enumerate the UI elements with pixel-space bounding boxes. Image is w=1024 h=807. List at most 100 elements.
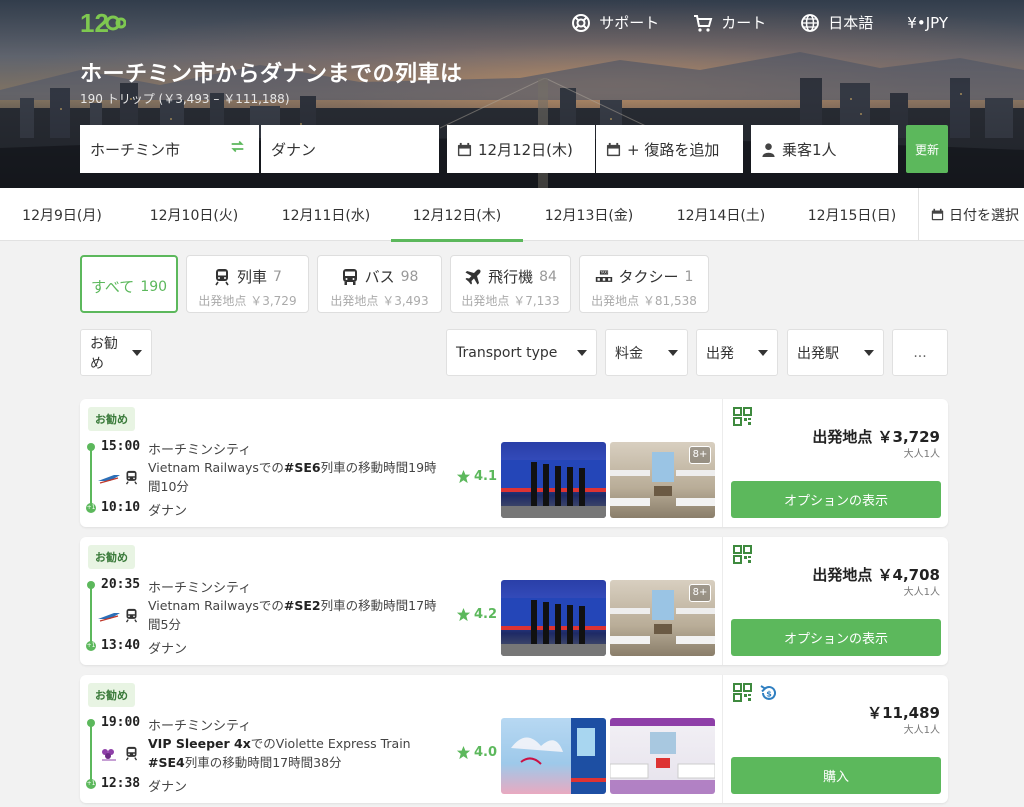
price-panel: 出発地点 ￥4,708 大人1人 オプションの表示: [722, 537, 948, 665]
date-tab[interactable]: 12月11日(水): [260, 188, 392, 241]
swap-icon[interactable]: [230, 139, 245, 154]
star-icon: [456, 469, 471, 484]
train-code: #SE2: [283, 598, 321, 613]
date-tab-active[interactable]: 12月12日(木): [391, 188, 523, 242]
timeline: [90, 722, 92, 784]
star-icon: [456, 607, 471, 622]
passengers-value: 乗客1人: [782, 140, 837, 159]
pick-date-label: 日付を選択: [949, 207, 1019, 224]
violette-train-photo[interactable]: [501, 718, 606, 794]
more-photos-badge[interactable]: 8+: [689, 584, 711, 602]
train-code: #SE4: [148, 755, 185, 770]
bus-icon: [342, 268, 357, 285]
sleeper-cabin-photo[interactable]: 8+: [610, 442, 715, 518]
date-tab[interactable]: 12月10日(火): [128, 188, 260, 241]
filter-label: 出発: [706, 345, 734, 362]
rating: 4.1: [456, 469, 497, 484]
departure-filter[interactable]: 出発: [696, 329, 778, 376]
support-label: サポート: [599, 14, 660, 32]
arrival-time: 10:10: [101, 500, 141, 515]
more-filters-button[interactable]: ...: [892, 329, 948, 376]
passengers-field[interactable]: 乗客1人: [751, 125, 898, 173]
recommended-badge: お勧め: [88, 407, 135, 431]
result-card[interactable]: お勧め +1 19:00 ホーチミンシティ VIP Sleeper 4xでのVi…: [80, 675, 948, 803]
timeline: [90, 584, 92, 646]
arrival-time: 12:38: [101, 776, 141, 791]
departure-dot: [87, 581, 95, 589]
date-tab[interactable]: 12月14日(土): [655, 188, 787, 241]
return-field[interactable]: + 復路を追加: [596, 125, 743, 173]
sleeper-cabin-photo[interactable]: 8+: [610, 580, 715, 656]
12go-logo[interactable]: 12: [80, 6, 126, 38]
star-icon: [456, 745, 471, 760]
from-field[interactable]: ホーチミン市: [80, 125, 259, 173]
trip-description: Vietnam Railwaysでの#SE6列車の移動時間19時間10分: [148, 458, 448, 496]
date-tab-label: 12月11日(水): [281, 207, 371, 224]
train-icon: [125, 608, 138, 623]
mode-label: 列車: [237, 268, 268, 286]
cart-link[interactable]: カート: [693, 12, 766, 33]
date-tab[interactable]: 12月13日(金): [523, 188, 655, 241]
calendar-icon: [931, 208, 944, 221]
date-tab[interactable]: 12月15日(日): [786, 188, 918, 241]
language-label: 日本語: [828, 14, 874, 32]
station-filter[interactable]: 出発駅: [787, 329, 884, 376]
departure-station: ホーチミンシティ: [148, 443, 252, 458]
date-tab-label: 12月13日(金): [544, 207, 634, 224]
to-field[interactable]: ダナン: [261, 125, 439, 173]
mode-count: 7: [273, 268, 282, 285]
caret-down-icon: [132, 349, 142, 356]
transport-type-filter[interactable]: Transport type: [446, 329, 597, 376]
mode-label: バス: [364, 268, 395, 286]
train-icon: [215, 268, 229, 285]
qr-code-icon: [733, 407, 752, 426]
date-field[interactable]: 12月12日(木): [447, 125, 595, 173]
date-tab-label: 12月14日(土): [676, 207, 766, 224]
show-options-button[interactable]: オプションの表示: [731, 481, 941, 518]
mode-count: 1: [684, 268, 694, 285]
rating-value: 4.1: [474, 469, 498, 484]
currency-selector[interactable]: ¥•JPY: [907, 14, 948, 32]
arrival-station: ダナン: [148, 642, 188, 657]
top-navigation: サポート カート 日本語 ¥•JPY: [571, 12, 948, 33]
result-card[interactable]: お勧め +1 15:00 ホーチミンシティ Vietnam Railwaysでの…: [80, 399, 948, 527]
violette-cabin-photo[interactable]: [610, 718, 715, 794]
show-options-button[interactable]: オプションの表示: [731, 619, 941, 656]
result-card[interactable]: お勧め +1 20:35 ホーチミンシティ Vietnam Railwaysでの…: [80, 537, 948, 665]
calendar-icon: [606, 142, 621, 156]
passenger-count: 大人1人: [903, 587, 940, 598]
date-tab-label: 12月10日(火): [149, 207, 239, 224]
arrival-dot: +1: [86, 641, 96, 651]
caret-down-icon: [668, 349, 678, 356]
buy-button[interactable]: 購入: [731, 757, 941, 794]
refund-icon: $: [760, 685, 776, 700]
from-value: ホーチミン市: [90, 140, 181, 159]
mode-tab-taxi[interactable]: TAXI タクシー 1 出発地点 ￥81,538: [579, 255, 709, 313]
filter-label: 料金: [615, 345, 643, 362]
update-button[interactable]: 更新: [906, 125, 948, 173]
filter-label: 出発駅: [797, 345, 839, 362]
mode-tab-all[interactable]: すべて 190: [80, 255, 178, 313]
more-photos-badge[interactable]: 8+: [689, 446, 711, 464]
mode-label: すべて: [90, 278, 135, 296]
departure-station: ホーチミンシティ: [148, 581, 252, 596]
pick-date-button[interactable]: 日付を選択: [918, 188, 1024, 241]
train-exterior-photo[interactable]: [501, 580, 606, 656]
mode-tab-flight[interactable]: 飛行機 84 出発地点 ￥7,133: [450, 255, 571, 313]
page-title: ホーチミン市からダナンまでの列車は: [80, 62, 463, 87]
train-exterior-photo[interactable]: [501, 442, 606, 518]
sort-dropdown[interactable]: お勧め: [80, 329, 152, 376]
language-selector[interactable]: 日本語: [800, 12, 873, 33]
filter-label: Transport type: [456, 344, 558, 361]
mode-tab-train[interactable]: 列車 7 出発地点 ￥3,729: [186, 255, 309, 313]
lifebuoy-icon: [572, 13, 591, 32]
date-tab[interactable]: 12月9日(月): [0, 188, 124, 241]
price-filter[interactable]: 料金: [605, 329, 688, 376]
arrival-dot: +1: [86, 503, 96, 513]
person-icon: [762, 142, 775, 157]
svg-text:12: 12: [80, 8, 109, 38]
mode-tab-bus[interactable]: バス 98 出発地点 ￥3,493: [317, 255, 442, 313]
vietnam-railways-logo-icon: [98, 475, 120, 484]
support-link[interactable]: サポート: [571, 12, 659, 33]
trip-summary: 190 トリップ (￥3,493 – ￥111,188): [80, 92, 290, 106]
